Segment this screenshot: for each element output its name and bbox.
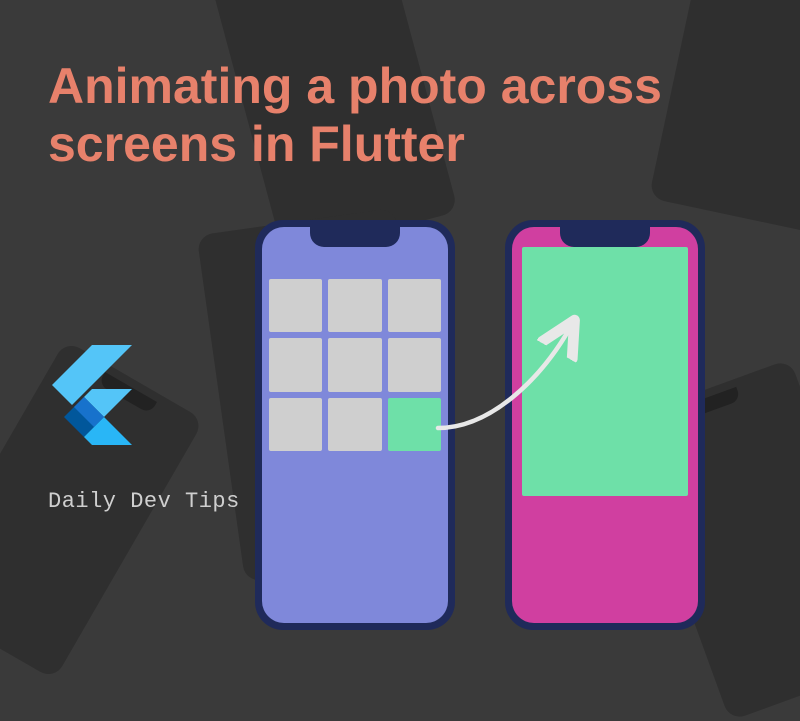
phone-grid-screen (255, 220, 455, 630)
phone-notch (310, 227, 400, 247)
thumbnail-grid (269, 279, 441, 451)
expanded-photo (522, 247, 688, 496)
flutter-logo-icon (48, 345, 132, 445)
grid-cell (388, 338, 441, 391)
phone-notch (560, 227, 650, 247)
grid-cell (328, 279, 381, 332)
phones-illustration (255, 220, 705, 630)
grid-cell (328, 338, 381, 391)
headline-text: Animating a photo across screens in Flut… (48, 58, 760, 173)
grid-cell (328, 398, 381, 451)
grid-cell (269, 279, 322, 332)
brand-text: Daily Dev Tips (48, 489, 240, 514)
grid-cell (269, 398, 322, 451)
grid-cell (388, 279, 441, 332)
grid-cell-selected (388, 398, 441, 451)
grid-cell (269, 338, 322, 391)
phone-detail-screen (505, 220, 705, 630)
